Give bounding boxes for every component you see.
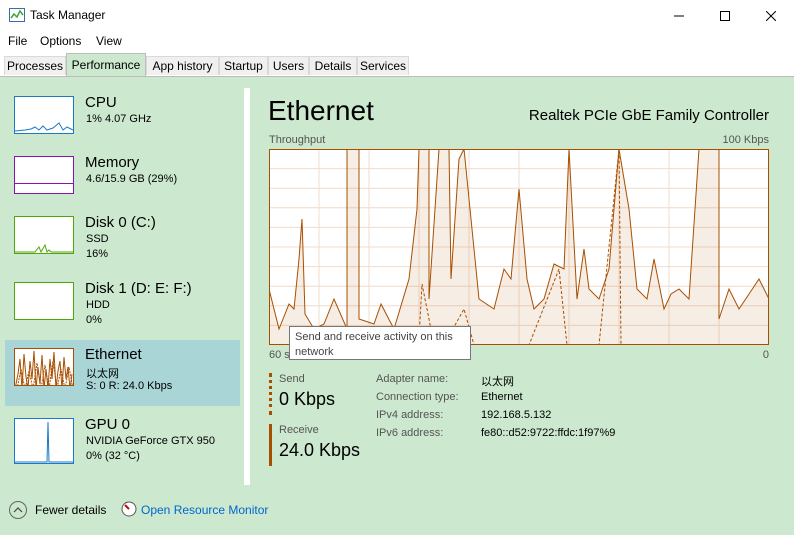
page-title: Ethernet	[268, 95, 374, 126]
gpu0-model: NVIDIA GeForce GTX 950	[86, 435, 215, 447]
tab-app-history[interactable]: App history	[146, 56, 219, 75]
cpu-name: CPU	[85, 94, 117, 111]
detail-value: fe80::d52:9722:ffdc:1f97%9	[481, 427, 616, 439]
sidebar-item-ethernet[interactable]: Ethernet 以太网 S: 0 R: 24.0 Kbps	[5, 340, 240, 406]
send-value: 0 Kbps	[279, 389, 336, 409]
ethernet-rate: S: 0 R: 24.0 Kbps	[86, 380, 173, 392]
task-manager-icon	[9, 8, 25, 22]
menu-options[interactable]: Options	[40, 34, 81, 48]
detail-key: IPv4 address:	[376, 409, 444, 421]
graph-max-label: 100 Kbps	[722, 134, 769, 146]
adapter-model: Realtek PCIe GbE Family Controller	[528, 107, 769, 124]
send-label: Send	[279, 373, 305, 385]
menu-view[interactable]: View	[96, 34, 122, 48]
cpu-stats: 1% 4.07 GHz	[86, 113, 152, 125]
footer: Fewer details Open Resource Monitor	[0, 496, 794, 526]
disk0-thumbnail	[14, 216, 74, 254]
ethernet-thumbnail	[14, 348, 74, 386]
cpu-thumbnail	[14, 96, 74, 134]
close-icon	[766, 10, 776, 21]
detail-key: IPv6 address:	[376, 427, 444, 439]
receive-label: Receive	[279, 424, 319, 436]
gpu0-thumbnail	[14, 418, 74, 464]
menu-file[interactable]: File	[8, 34, 27, 48]
tab-startup[interactable]: Startup	[219, 56, 268, 75]
gpu0-name: GPU 0	[85, 416, 131, 433]
graph-label: Throughput	[269, 134, 326, 146]
disk0-name: Disk 0 (C:)	[85, 214, 156, 231]
maximize-icon	[720, 10, 730, 21]
receive-stat: Receive 24.0 Kbps	[269, 424, 369, 466]
tab-details[interactable]: Details	[309, 56, 357, 75]
graph-min-label: 0	[762, 349, 769, 361]
disk0-mini-graph	[15, 243, 73, 253]
disk1-usage: 0%	[86, 314, 102, 326]
ethernet-detail-panel: Ethernet Realtek PCIe GbE Family Control…	[250, 77, 794, 487]
memory-name: Memory	[85, 154, 140, 171]
memory-stats: 4.6/15.9 GB (29%)	[86, 173, 178, 185]
memory-level-line	[15, 183, 73, 184]
gpu0-mini-graph	[15, 421, 73, 463]
disk1-thumbnail	[14, 282, 74, 320]
sidebar-item-disk1[interactable]: Disk 1 (D: E: F:) HDD 0%	[5, 274, 240, 336]
fewer-details-link[interactable]: Fewer details	[35, 503, 106, 517]
detail-adapter-name: Adapter name: 以太网	[376, 373, 676, 391]
memory-thumbnail	[14, 156, 74, 194]
sidebar-item-memory[interactable]: Memory 4.6/15.9 GB (29%)	[5, 148, 240, 210]
detail-value: 192.168.5.132	[481, 409, 552, 421]
minimize-icon	[674, 15, 684, 16]
window-title: Task Manager	[30, 8, 106, 22]
detail-connection-type: Connection type: Ethernet	[376, 391, 676, 409]
tab-processes[interactable]: Processes	[4, 56, 66, 75]
ethernet-adapter: 以太网	[86, 368, 119, 380]
disk1-name: Disk 1 (D: E: F:)	[85, 280, 192, 297]
ethernet-name: Ethernet	[85, 346, 142, 363]
minimize-button[interactable]	[656, 0, 702, 31]
tab-users[interactable]: Users	[268, 56, 309, 75]
close-button[interactable]	[748, 0, 794, 31]
resource-monitor-icon	[121, 501, 137, 517]
collapse-chevron-button[interactable]	[9, 501, 27, 519]
throughput-graph	[269, 149, 769, 345]
menu-bar: File Options View	[0, 31, 794, 51]
receive-legend-bar	[269, 424, 272, 466]
sidebar-item-cpu[interactable]: CPU 1% 4.07 GHz	[5, 88, 240, 150]
sidebar-item-disk0[interactable]: Disk 0 (C:) SSD 16%	[5, 208, 240, 270]
maximize-button[interactable]	[702, 0, 748, 31]
cpu-mini-graph	[15, 122, 73, 132]
disk0-usage: 16%	[86, 248, 109, 260]
detail-ipv6: IPv6 address: fe80::d52:9722:ffdc:1f97%9	[376, 427, 676, 445]
detail-value: Ethernet	[481, 391, 523, 403]
open-resource-monitor-link[interactable]: Open Resource Monitor	[141, 503, 268, 517]
detail-ipv4: IPv4 address: 192.168.5.132	[376, 409, 676, 427]
detail-key: Connection type:	[376, 391, 459, 403]
disk0-type: SSD	[86, 233, 109, 245]
gpu0-usage: 0% (32 °C)	[86, 450, 140, 462]
ethernet-mini-graph	[15, 350, 73, 385]
graph-time-label: 60 s	[269, 349, 290, 361]
send-legend-bar	[269, 373, 272, 415]
tab-services[interactable]: Services	[357, 56, 409, 75]
tab-performance[interactable]: Performance	[66, 53, 146, 76]
title-bar: Task Manager	[0, 0, 794, 31]
tooltip: Send and receive activity on this networ…	[289, 326, 471, 360]
chevron-up-icon	[13, 507, 23, 513]
resource-sidebar: CPU 1% 4.07 GHz Memory 4.6/15.9 GB (29%)…	[0, 77, 244, 487]
disk1-type: HDD	[86, 299, 110, 311]
tab-strip: Processes Performance App history Startu…	[0, 51, 794, 76]
send-stat: Send 0 Kbps	[269, 373, 369, 415]
sidebar-item-gpu0[interactable]: GPU 0 NVIDIA GeForce GTX 950 0% (32 °C)	[5, 410, 240, 468]
detail-value: 以太网	[481, 376, 514, 388]
receive-value: 24.0 Kbps	[279, 440, 361, 460]
detail-key: Adapter name:	[376, 373, 449, 385]
